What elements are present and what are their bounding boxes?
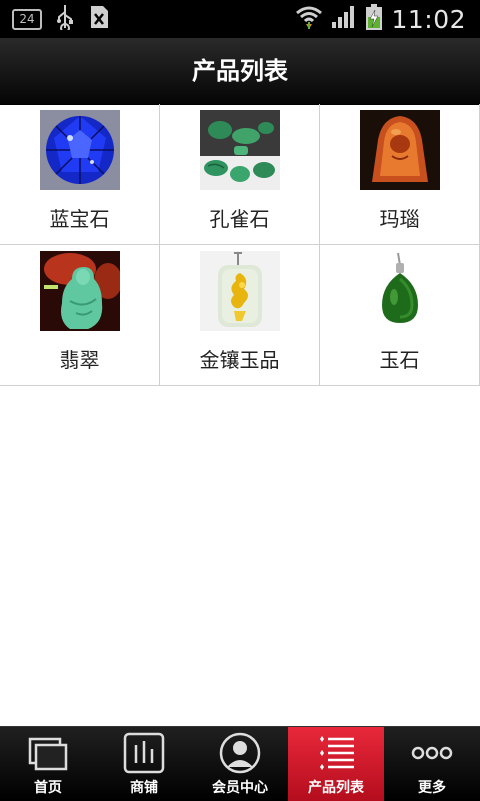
status-bar: 24 11:02 bbox=[0, 0, 480, 38]
jadeite-thumbnail bbox=[39, 251, 120, 331]
home-icon bbox=[26, 731, 70, 775]
status-bar-right: 11:02 bbox=[295, 0, 466, 38]
product-item-sapphire[interactable]: 蓝宝石 bbox=[0, 104, 160, 244]
usb-icon bbox=[56, 4, 74, 34]
product-row: 蓝宝石 孔雀石 玛瑙 bbox=[0, 104, 480, 245]
nav-label: 商铺 bbox=[130, 780, 158, 796]
gold-inlaid-jade-thumbnail bbox=[199, 251, 280, 331]
nav-label: 首页 bbox=[34, 780, 62, 796]
notification-count-badge: 24 bbox=[12, 8, 42, 30]
product-item-agate[interactable]: 玛瑙 bbox=[320, 104, 480, 244]
nav-item-shop[interactable]: 商铺 bbox=[96, 727, 192, 801]
status-clock: 11:02 bbox=[391, 4, 466, 34]
nav-label: 产品列表 bbox=[308, 780, 364, 796]
battery-charging-icon bbox=[365, 3, 383, 35]
malachite-thumbnail bbox=[199, 110, 280, 190]
nav-label: 会员中心 bbox=[212, 780, 268, 796]
bottom-nav: 首页 商铺 会员中心 产品列表 更多 bbox=[0, 726, 480, 801]
jade-pendant-thumbnail bbox=[359, 251, 440, 331]
product-row: 翡翠 金镶玉品 玉石 bbox=[0, 245, 480, 386]
product-label: 玛瑙 bbox=[379, 207, 420, 231]
page-title: 产品列表 bbox=[192, 57, 288, 85]
product-label: 蓝宝石 bbox=[49, 207, 110, 231]
product-item-jadeite[interactable]: 翡翠 bbox=[0, 245, 160, 385]
product-label: 翡翠 bbox=[59, 348, 100, 372]
sd-card-icon bbox=[88, 4, 110, 34]
title-bar: 产品列表 bbox=[0, 38, 480, 105]
product-label: 玉石 bbox=[379, 348, 420, 372]
product-list-icon bbox=[314, 731, 358, 775]
sapphire-thumbnail bbox=[39, 110, 120, 190]
wifi-icon bbox=[295, 4, 323, 34]
more-icon bbox=[410, 731, 454, 775]
signal-icon bbox=[331, 4, 357, 34]
product-item-jade-pendant[interactable]: 玉石 bbox=[320, 245, 480, 385]
status-bar-left: 24 bbox=[12, 0, 110, 38]
nav-item-more[interactable]: 更多 bbox=[384, 727, 480, 801]
nav-item-member-center[interactable]: 会员中心 bbox=[192, 727, 288, 801]
product-item-malachite[interactable]: 孔雀石 bbox=[160, 104, 320, 244]
member-icon bbox=[218, 731, 262, 775]
agate-thumbnail bbox=[359, 110, 440, 190]
nav-item-home[interactable]: 首页 bbox=[0, 727, 96, 801]
shop-icon bbox=[122, 731, 166, 775]
product-label: 金镶玉品 bbox=[199, 348, 280, 372]
nav-label: 更多 bbox=[418, 780, 446, 796]
product-item-gold-inlaid-jade[interactable]: 金镶玉品 bbox=[160, 245, 320, 385]
product-grid: 蓝宝石 孔雀石 玛瑙 翡翠 金镶玉品 玉石 bbox=[0, 104, 480, 386]
product-label: 孔雀石 bbox=[209, 207, 270, 231]
nav-item-product-list[interactable]: 产品列表 bbox=[288, 727, 384, 801]
